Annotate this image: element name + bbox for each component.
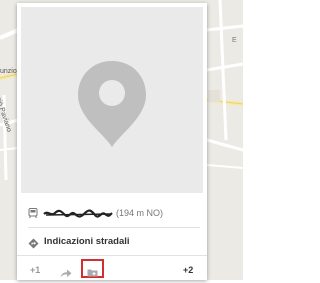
place-info-card: (194 m NO) Indicazioni stradali +1 +2 xyxy=(17,3,207,280)
nearby-transit-row[interactable]: (194 m NO) xyxy=(28,206,200,220)
save-folder-icon xyxy=(87,264,98,277)
directions-diamond-icon xyxy=(28,236,39,248)
share-arrow-icon[interactable] xyxy=(60,265,72,278)
place-photo-placeholder[interactable] xyxy=(21,7,203,193)
redacted-stop-name xyxy=(43,208,113,218)
plus-one-button[interactable]: +1 xyxy=(30,265,40,275)
plus-two-count[interactable]: +2 xyxy=(183,265,193,275)
map-pin-placeholder-icon xyxy=(75,59,149,154)
distance-text: (194 m NO) xyxy=(116,208,164,218)
divider xyxy=(28,227,200,228)
map-label: unzio xyxy=(0,68,17,75)
action-bar: +1 +2 xyxy=(17,256,207,280)
save-button[interactable] xyxy=(81,259,104,278)
map-label: E xyxy=(232,37,237,44)
directions-link[interactable]: Indicazioni stradali xyxy=(28,234,130,248)
directions-label: Indicazioni stradali xyxy=(44,235,130,247)
transit-icon xyxy=(28,208,38,219)
